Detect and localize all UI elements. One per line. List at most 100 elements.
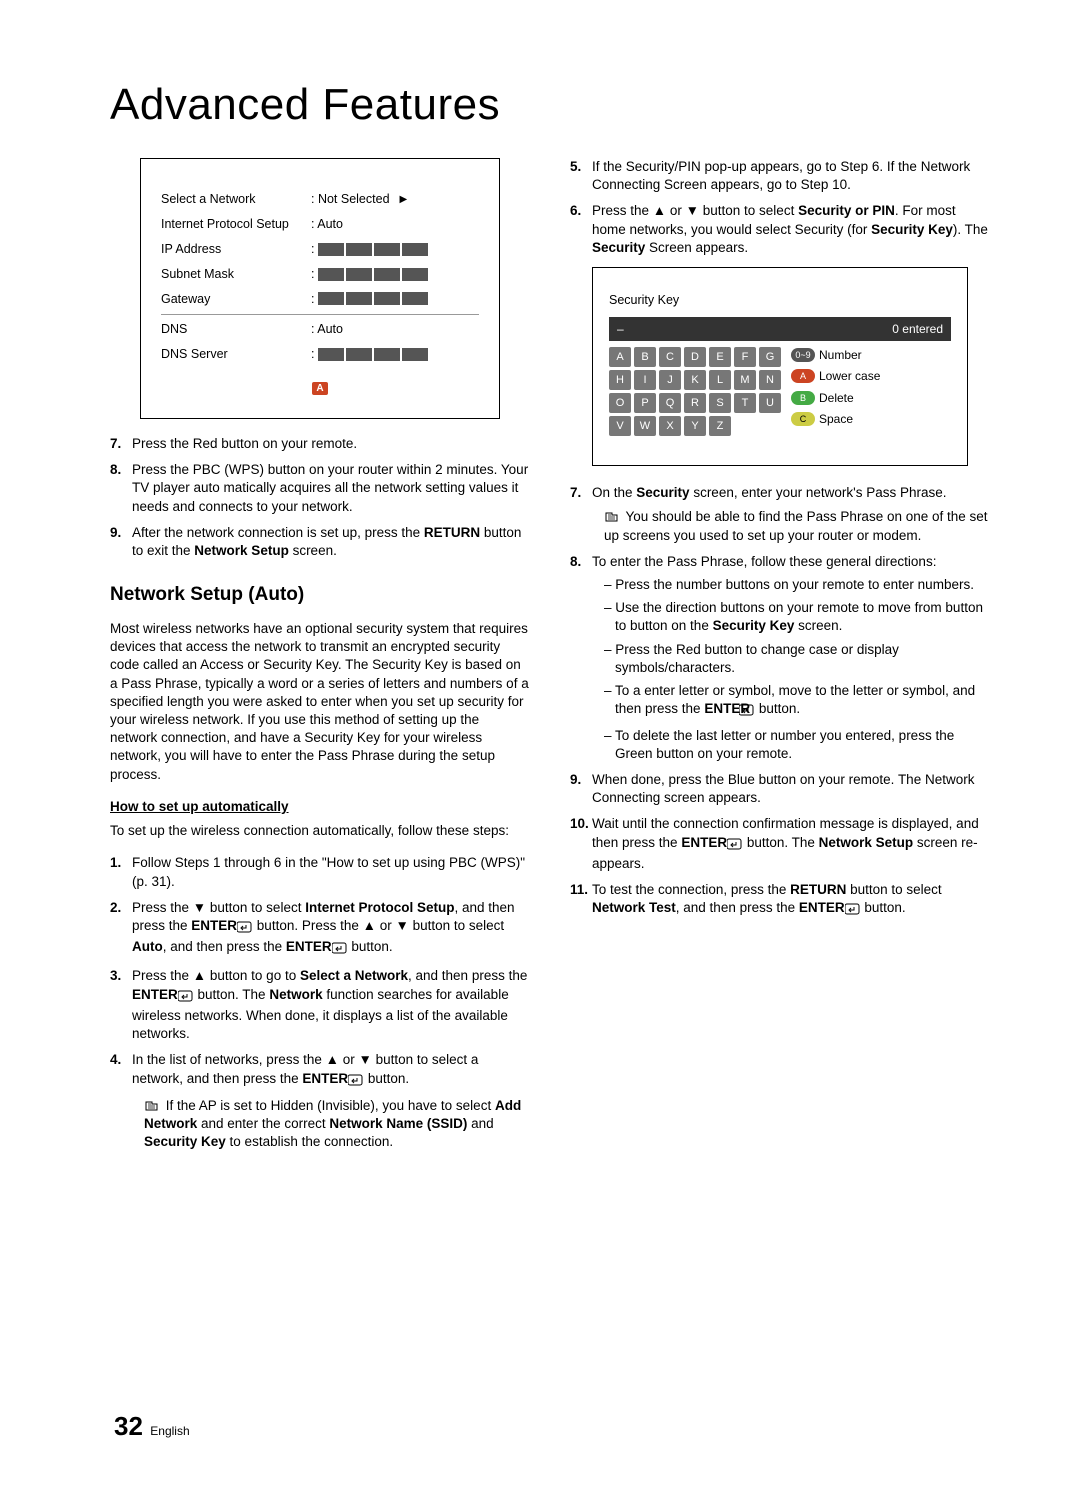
list-item: 1. Follow Steps 1 through 6 in the "How … xyxy=(110,854,530,890)
list-item: 2. Press the ▼ button to select Internet… xyxy=(110,899,530,960)
panel-label: DNS Server xyxy=(161,346,311,363)
panel-badge-row: A xyxy=(161,379,479,396)
step-text: After the network connection is set up, … xyxy=(132,524,530,560)
key[interactable]: J xyxy=(659,370,681,390)
step-number: 1. xyxy=(110,854,132,890)
security-key-title: Security Key xyxy=(609,292,951,309)
step-number: 7. xyxy=(110,435,132,453)
key[interactable]: B xyxy=(634,347,656,367)
panel-label: Gateway xyxy=(161,291,311,308)
list-item: 7.Press the Red button on your remote. xyxy=(110,435,530,453)
step-text: Press the PBC (WPS) button on your route… xyxy=(132,461,530,516)
key[interactable]: K xyxy=(684,370,706,390)
step-text: Press the Red button on your remote. xyxy=(132,435,530,453)
enter-icon xyxy=(727,837,743,855)
key[interactable]: I xyxy=(634,370,656,390)
panel-row: IP Address: xyxy=(161,237,479,262)
keyboard-row: VWXYZ xyxy=(609,416,781,436)
panel-value: : Not Selected xyxy=(311,191,479,208)
step-text: On the Security screen, enter your netwo… xyxy=(592,484,990,545)
legend-delete: Delete xyxy=(819,390,854,406)
list-item: 3. Press the ▲ button to go to Select a … xyxy=(110,967,530,1043)
panel-row: DNS: Auto xyxy=(161,314,479,342)
step-text: If the Security/PIN pop-up appears, go t… xyxy=(592,158,990,194)
key[interactable]: E xyxy=(709,347,731,367)
panel-value: : Auto xyxy=(311,321,479,338)
key[interactable]: U xyxy=(759,393,781,413)
key[interactable]: A xyxy=(609,347,631,367)
sub-item: – Press the number buttons on your remot… xyxy=(604,576,990,594)
enter-icon xyxy=(348,1073,364,1091)
cursor: – xyxy=(617,321,624,337)
keyboard-row: ABCDEFG xyxy=(609,347,781,367)
enter-icon xyxy=(237,920,253,938)
key[interactable]: D xyxy=(684,347,706,367)
step-number: 8. xyxy=(570,553,592,763)
key[interactable]: P xyxy=(634,393,656,413)
enter-icon xyxy=(178,989,194,1007)
key[interactable]: G xyxy=(759,347,781,367)
key[interactable]: F xyxy=(734,347,756,367)
key[interactable]: S xyxy=(709,393,731,413)
key[interactable]: R xyxy=(684,393,706,413)
sub-item: – To a enter letter or symbol, move to t… xyxy=(604,682,990,721)
list-item: 11. To test the connection, press the RE… xyxy=(570,881,990,920)
a-badge: A xyxy=(791,369,815,383)
legend-number: Number xyxy=(819,347,862,363)
panel-label: IP Address xyxy=(161,241,311,258)
enter-icon xyxy=(845,902,861,920)
step-text: Press the ▲ button to go to Select a Net… xyxy=(132,967,530,1043)
c-badge: C xyxy=(791,412,815,426)
step-text: Press the ▼ button to select Internet Pr… xyxy=(132,899,530,960)
key[interactable]: O xyxy=(609,393,631,413)
panel-row: Subnet Mask: xyxy=(161,262,479,287)
auto-heading: Network Setup (Auto) xyxy=(110,582,530,608)
panel-label: DNS xyxy=(161,321,311,338)
key[interactable]: V xyxy=(609,416,631,436)
key[interactable]: C xyxy=(659,347,681,367)
key[interactable]: H xyxy=(609,370,631,390)
footer-lang: English xyxy=(150,1424,189,1438)
key[interactable]: X xyxy=(659,416,681,436)
panel-row: Select a Network: Not Selected xyxy=(161,187,479,212)
step-text: Wait until the connection confirmation m… xyxy=(592,815,990,873)
step-text: Follow Steps 1 through 6 in the "How to … xyxy=(132,854,530,890)
step-number: 11. xyxy=(570,881,592,920)
step-number: 2. xyxy=(110,899,132,960)
step-text: Press the ▲ or ▼ button to select Securi… xyxy=(592,202,990,257)
step-number: 3. xyxy=(110,967,132,1043)
key[interactable]: W xyxy=(634,416,656,436)
key[interactable]: Q xyxy=(659,393,681,413)
key[interactable]: L xyxy=(709,370,731,390)
panel-row: Gateway: xyxy=(161,287,479,312)
panel-row: Internet Protocol Setup: Auto xyxy=(161,212,479,237)
list-item: 6. Press the ▲ or ▼ button to select Sec… xyxy=(570,202,990,257)
page-title: Advanced Features xyxy=(110,80,990,130)
enter-icon xyxy=(332,941,348,959)
list-item: 5. If the Security/PIN pop-up appears, g… xyxy=(570,158,990,194)
sub-item: – To delete the last letter or number yo… xyxy=(604,727,990,763)
keyboard-row: HIJKLMN xyxy=(609,370,781,390)
keyboard: ABCDEFG HIJKLMN OPQRSTU VWXYZ xyxy=(609,347,781,439)
key[interactable]: Y xyxy=(684,416,706,436)
step-number: 10. xyxy=(570,815,592,873)
list-item: 8. To enter the Pass Phrase, follow thes… xyxy=(570,553,990,763)
note: If the AP is set to Hidden (Invisible), … xyxy=(144,1097,530,1152)
keyboard-legend: 0~9Number ALower case BDelete CSpace xyxy=(791,347,880,432)
step-number: 4. xyxy=(110,1051,132,1151)
keyboard-row: OPQRSTU xyxy=(609,393,781,413)
key[interactable]: N xyxy=(759,370,781,390)
step-number: 8. xyxy=(110,461,132,516)
list-item: 10. Wait until the connection confirmati… xyxy=(570,815,990,873)
key[interactable]: Z xyxy=(709,416,731,436)
key[interactable]: M xyxy=(734,370,756,390)
panel-label: Subnet Mask xyxy=(161,266,311,283)
howto-intro: To set up the wireless connection automa… xyxy=(110,822,530,840)
security-key-bar: – 0 entered xyxy=(609,317,951,341)
right-column: 5. If the Security/PIN pop-up appears, g… xyxy=(570,158,990,1159)
howto-heading: How to set up automatically xyxy=(110,798,530,816)
step-number: 9. xyxy=(570,771,592,807)
entered-count: 0 entered xyxy=(892,321,943,337)
key[interactable]: T xyxy=(734,393,756,413)
step-text: To test the connection, press the RETURN… xyxy=(592,881,990,920)
